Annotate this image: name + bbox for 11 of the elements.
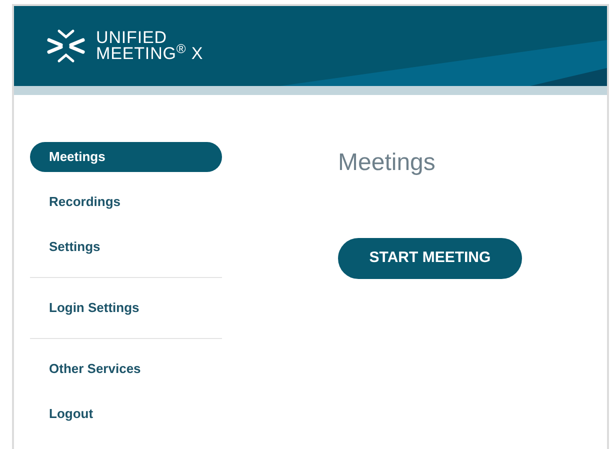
- logo-icon: [46, 28, 86, 64]
- sidebar-item[interactable]: Other Services: [30, 354, 222, 384]
- sidebar-item[interactable]: Login Settings: [30, 293, 222, 323]
- logo-text: UNIFIED: [96, 30, 168, 46]
- page-title: Meetings: [338, 148, 436, 178]
- logo-text: MEETING$^{®}$ X: [96, 46, 204, 62]
- start-meeting-button[interactable]: START MEETING: [338, 238, 522, 279]
- sidebar-item[interactable]: Recordings: [30, 187, 222, 217]
- sidebar-item[interactable]: Meetings: [30, 142, 222, 172]
- sidebar-item[interactable]: Logout: [30, 399, 222, 429]
- sidebar-item[interactable]: Settings: [30, 232, 222, 262]
